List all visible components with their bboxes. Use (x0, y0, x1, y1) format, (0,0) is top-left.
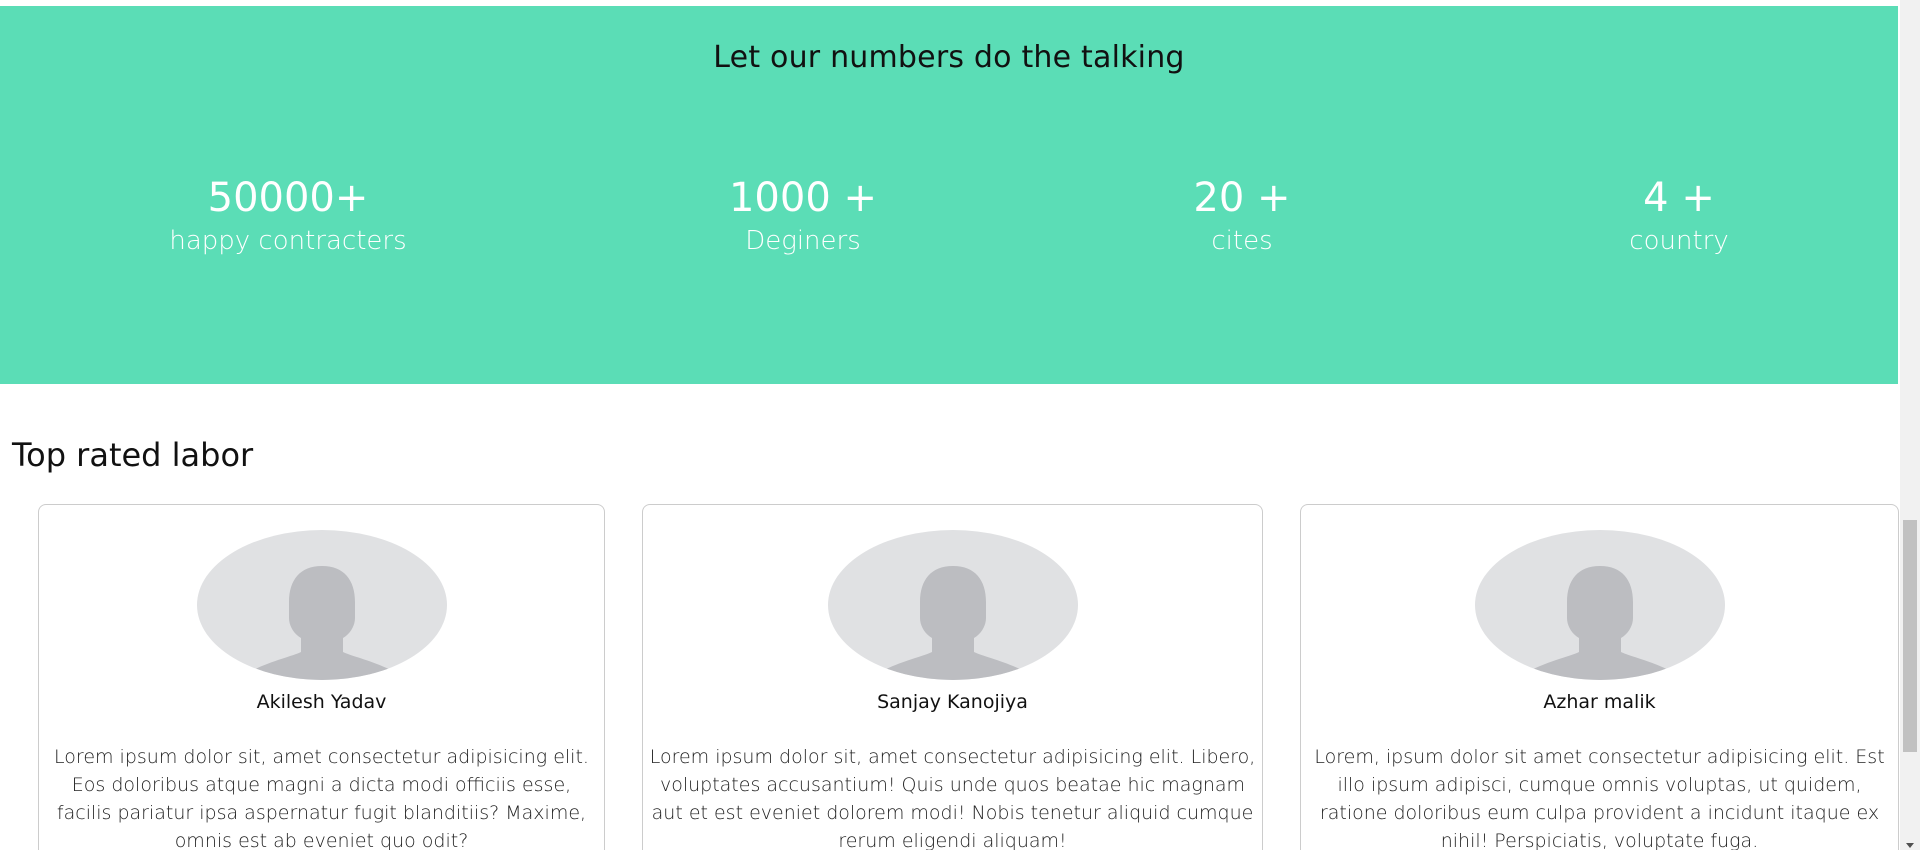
stat-country: 4 + country (1629, 172, 1728, 258)
person-placeholder-icon (827, 530, 1078, 680)
labor-description: Lorem ipsum dolor sit, amet consectetur … (54, 746, 589, 850)
page: Let our numbers do the talking 50000+ ha… (0, 0, 1920, 850)
vertical-scrollbar[interactable] (1900, 0, 1920, 850)
stat-value: 4 + (1643, 175, 1715, 221)
labor-card[interactable]: Akilesh Yadav Lorem ipsum dolor sit, ame… (38, 504, 605, 850)
stat-value: 50000+ (207, 175, 369, 221)
stat-happy-contracters: 50000+ happy contracters (169, 172, 406, 258)
stats-section: Let our numbers do the talking 50000+ ha… (0, 6, 1898, 384)
labor-description: Lorem ipsum dolor sit, amet consectetur … (649, 746, 1256, 850)
labor-description: Lorem, ipsum dolor sit amet consectetur … (1314, 746, 1885, 850)
top-rated-labor-title: Top rated labor (12, 436, 254, 474)
stat-label: Deginers (745, 226, 861, 256)
labor-name: Akilesh Yadav (256, 691, 387, 713)
person-placeholder-icon (196, 530, 447, 680)
labor-name: Azhar malik (1543, 691, 1656, 713)
stat-label: country (1629, 226, 1729, 256)
labor-name: Sanjay Kanojiya (877, 691, 1028, 713)
labor-card[interactable]: Sanjay Kanojiya Lorem ipsum dolor sit, a… (642, 504, 1263, 850)
stats-heading: Let our numbers do the talking (713, 40, 1185, 75)
stat-value: 20 + (1193, 175, 1291, 221)
stat-deginers: 1000 + Deginers (729, 172, 877, 258)
stat-cites: 20 + cites (1193, 172, 1290, 258)
stat-label: cites (1211, 226, 1273, 256)
stat-value: 1000 + (728, 175, 878, 221)
scrollbar-thumb[interactable] (1903, 520, 1917, 752)
labor-card[interactable]: Azhar malik Lorem, ipsum dolor sit amet … (1300, 504, 1899, 850)
scroll-down-arrow-icon[interactable] (1906, 843, 1914, 848)
person-placeholder-icon (1474, 530, 1725, 680)
stat-label: happy contracters (169, 226, 407, 256)
